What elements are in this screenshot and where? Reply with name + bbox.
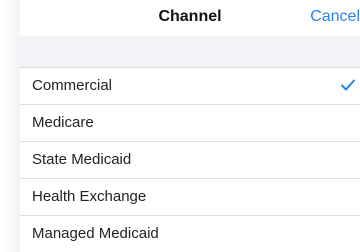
option-commercial[interactable]: Commercial <box>20 67 360 104</box>
channel-sheet: Channel Cancel Commercial Medicare State… <box>20 0 360 252</box>
option-managed-medicaid[interactable]: Managed Medicaid <box>20 215 360 252</box>
background-edge <box>0 0 20 252</box>
option-state-medicaid[interactable]: State Medicaid <box>20 141 360 178</box>
option-health-exchange[interactable]: Health Exchange <box>20 178 360 215</box>
cancel-button[interactable]: Cancel <box>310 8 360 26</box>
checkmark-icon <box>341 79 355 91</box>
option-label: Health Exchange <box>32 188 147 205</box>
option-label: Commercial <box>32 77 113 94</box>
channel-picker-screen: Channel Cancel Commercial Medicare State… <box>0 0 360 252</box>
option-label: Managed Medicaid <box>32 225 159 242</box>
section-spacer <box>20 36 360 67</box>
option-medicare[interactable]: Medicare <box>20 104 360 141</box>
page-title: Channel <box>158 8 222 25</box>
option-label: Medicare <box>32 114 94 131</box>
navigation-bar: Channel Cancel <box>20 0 360 36</box>
channel-options-list: Commercial Medicare State Medicaid Healt… <box>20 67 360 252</box>
option-label: State Medicaid <box>32 151 132 168</box>
